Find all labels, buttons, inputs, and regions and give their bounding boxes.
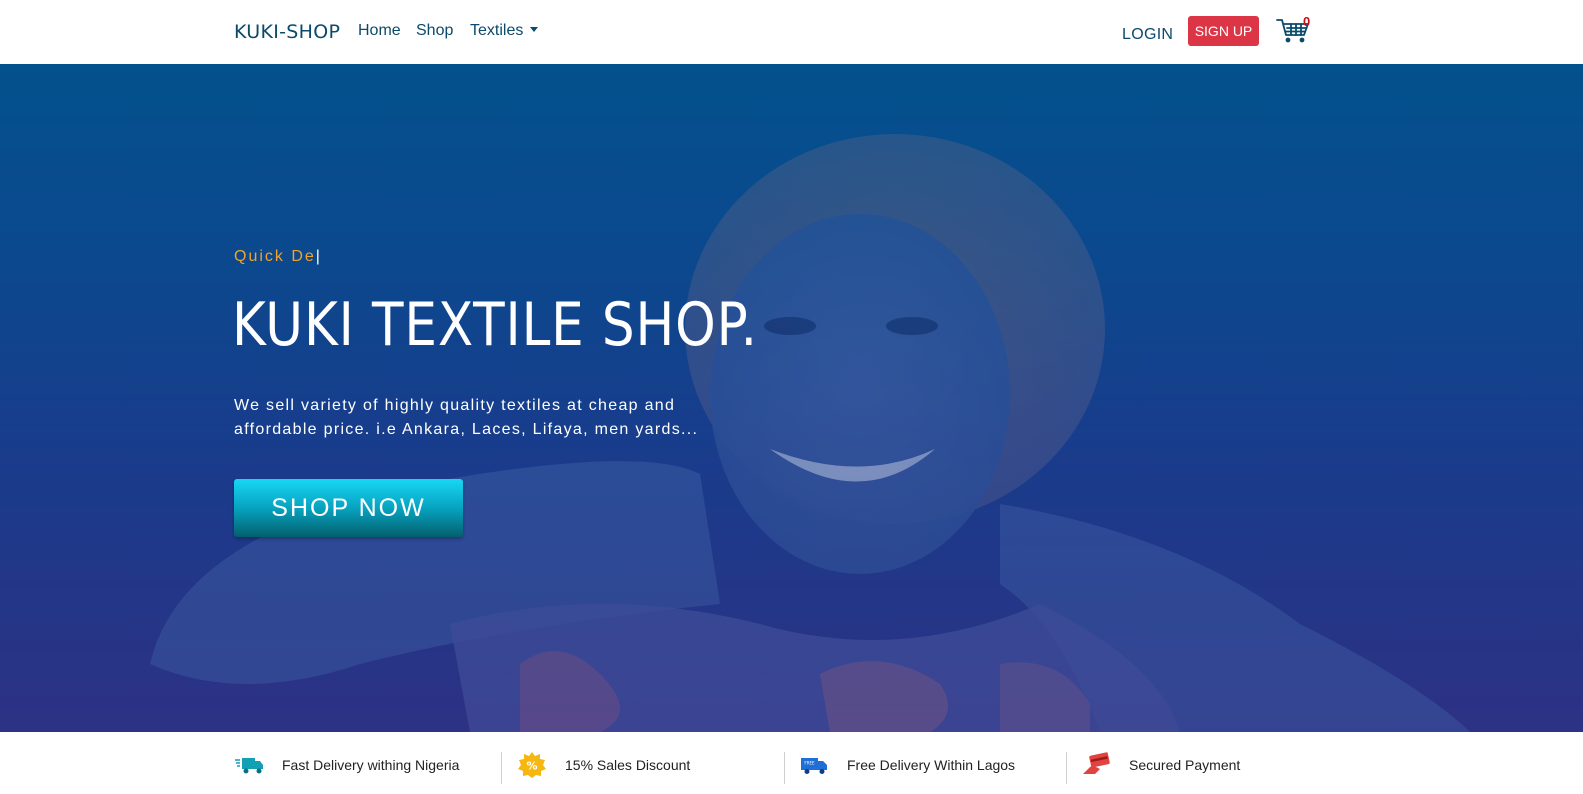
feature-label: 15% Sales Discount xyxy=(565,757,691,773)
secure-payment-card-icon xyxy=(1083,752,1110,774)
signup-button[interactable]: SIGN UP xyxy=(1188,16,1259,46)
nav-textiles-dropdown[interactable]: Textiles xyxy=(470,22,539,40)
free-delivery-van-icon: FREE xyxy=(801,758,827,774)
shop-now-button[interactable]: SHOP NOW xyxy=(234,479,463,537)
nav-shop-link[interactable]: Shop xyxy=(416,22,453,40)
feature-divider xyxy=(501,752,502,784)
discount-symbol: % xyxy=(526,760,537,773)
hero-title: KUKI TEXTILE SHOP. xyxy=(232,290,758,360)
nav-textiles-label: Textiles xyxy=(470,22,524,39)
typed-cursor: | xyxy=(315,248,322,265)
feature-label: Secured Payment xyxy=(1129,757,1241,773)
navbar: KUKI-SHOP Home Shop Textiles LOGIN SIGN … xyxy=(0,0,1583,64)
features-strip: Fast Delivery withing Nigeria % 15% Sale… xyxy=(0,732,1583,794)
feature-label: Fast Delivery withing Nigeria xyxy=(282,757,460,773)
hero-banner: Quick De| KUKI TEXTILE SHOP. We sell var… xyxy=(0,64,1583,732)
login-link[interactable]: LOGIN xyxy=(1122,26,1173,44)
typed-tagline: Quick De| xyxy=(234,248,322,266)
free-tag: FREE xyxy=(804,761,815,766)
feature-divider xyxy=(784,752,785,784)
discount-badge-icon: % xyxy=(518,752,546,778)
brand-logo[interactable]: KUKI-SHOP xyxy=(234,21,340,43)
delivery-truck-icon xyxy=(235,758,263,774)
feature-divider xyxy=(1066,752,1067,784)
nav-home-link[interactable]: Home xyxy=(358,22,401,40)
feature-label: Free Delivery Within Lagos xyxy=(847,757,1016,773)
cart-count-badge: 0 xyxy=(1303,14,1311,29)
chevron-down-icon xyxy=(530,27,539,32)
hero-description: We sell variety of highly quality textil… xyxy=(234,397,699,438)
typed-text: Quick De xyxy=(234,248,316,265)
